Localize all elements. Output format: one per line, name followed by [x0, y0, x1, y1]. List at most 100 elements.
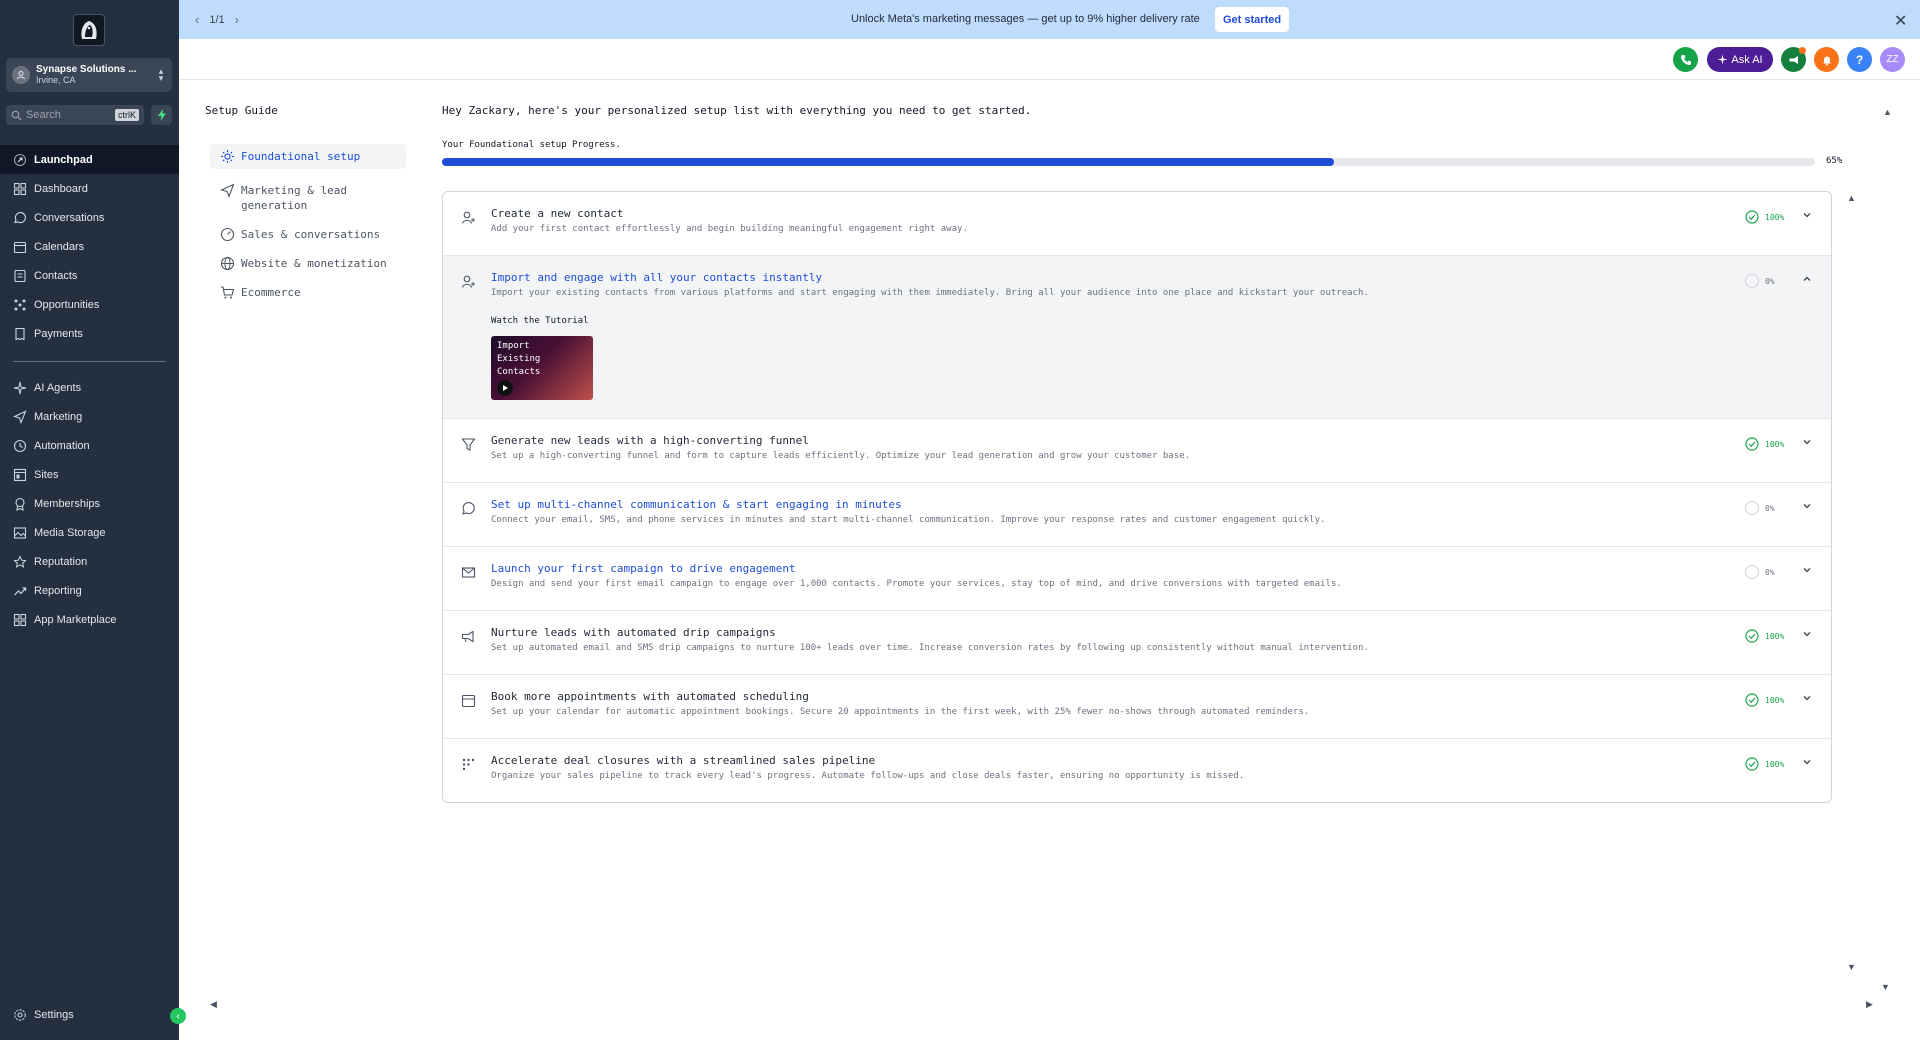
phone-button[interactable]	[1673, 47, 1698, 72]
task-row[interactable]: Import and engage with all your contacts…	[443, 256, 1831, 419]
task-row[interactable]: Set up multi-channel communication & sta…	[443, 483, 1831, 547]
star-icon	[13, 554, 27, 568]
task-percent: 0%	[1765, 503, 1775, 513]
user-icon	[17, 71, 25, 80]
search-input[interactable]: Search ctrlK	[6, 105, 144, 125]
task-row[interactable]: Launch your first campaign to drive enga…	[443, 547, 1831, 611]
guide-item-foundational[interactable]: Foundational setup	[210, 144, 406, 169]
check-circle-icon	[1745, 210, 1759, 224]
task-status: 0%	[1745, 274, 1775, 288]
task-row[interactable]: Book more appointments with automated sc…	[443, 675, 1831, 739]
announcements-button[interactable]	[1781, 47, 1806, 72]
sidebar-item-payments[interactable]: Payments	[0, 319, 179, 348]
chevron-right-icon[interactable]: ›	[235, 12, 239, 27]
empty-circle-icon	[1745, 565, 1759, 579]
quick-action-button[interactable]	[151, 105, 172, 125]
sidebar-item-media-storage[interactable]: Media Storage	[0, 518, 179, 547]
guide-item-label: Foundational setup	[241, 150, 361, 163]
sparkle-icon	[1717, 54, 1728, 65]
sidebar-item-reporting[interactable]: Reporting	[0, 576, 179, 605]
task-status: 100%	[1745, 437, 1784, 451]
progress-percent: 65%	[1826, 156, 1843, 166]
task-row[interactable]: Create a new contact Add your first cont…	[443, 192, 1831, 256]
ask-ai-button[interactable]: Ask AI	[1707, 47, 1773, 72]
send-icon	[220, 183, 235, 198]
sidebar-item-memberships[interactable]: Memberships	[0, 489, 179, 518]
guide-item-website[interactable]: Website & monetization	[210, 251, 406, 276]
play-icon[interactable]	[497, 380, 513, 396]
rocket-icon	[13, 153, 27, 166]
guide-item-ecommerce[interactable]: Ecommerce	[210, 280, 406, 305]
account-name: Synapse Solutions ...	[36, 64, 137, 75]
task-row[interactable]: Nurture leads with automated drip campai…	[443, 611, 1831, 675]
account-switcher[interactable]: Synapse Solutions ... Irvine, CA ▴ ▾	[6, 58, 172, 92]
guide-item-marketing[interactable]: Marketing & lead generation	[210, 178, 406, 218]
sidebar-item-label: App Marketplace	[34, 613, 117, 626]
close-icon[interactable]: ✕	[1894, 11, 1907, 31]
apps-icon	[13, 613, 27, 626]
phone-icon	[1680, 54, 1691, 65]
scroll-left-arrow[interactable]: ◀	[210, 999, 217, 1010]
tutorial-video-thumbnail[interactable]: Import Existing Contacts	[491, 336, 593, 400]
task-title: Launch your first campaign to drive enga…	[491, 562, 796, 575]
collapse-sidebar-button[interactable]: ‹	[170, 1008, 186, 1024]
sidebar-item-ai-agents[interactable]: AI Agents	[0, 373, 179, 402]
sidebar-item-settings[interactable]: Settings	[0, 1000, 179, 1029]
help-button[interactable]: ?	[1847, 47, 1872, 72]
scroll-down-arrow[interactable]: ▼	[1881, 982, 1890, 992]
sidebar-item-label: Marketing	[34, 410, 83, 423]
guide-item-sales[interactable]: Sales & conversations	[210, 222, 406, 247]
list-scroll-up-arrow[interactable]: ▲	[1847, 193, 1856, 203]
sidebar-item-conversations[interactable]: Conversations	[0, 203, 179, 232]
task-description: Set up a high-converting funnel and form…	[491, 451, 1190, 461]
sidebar-item-dashboard[interactable]: Dashboard	[0, 174, 179, 203]
task-description: Set up your calendar for automatic appoi…	[491, 707, 1310, 717]
bell-icon	[1822, 56, 1831, 65]
list-scroll-down-arrow[interactable]: ▼	[1847, 962, 1856, 972]
task-title: Accelerate deal closures with a streamli…	[491, 754, 876, 767]
sidebar-item-launchpad[interactable]: Launchpad	[0, 145, 179, 174]
task-title: Generate new leads with a high-convertin…	[491, 434, 809, 447]
chat-icon	[462, 502, 475, 515]
sidebar-item-app-marketplace[interactable]: App Marketplace	[0, 605, 179, 634]
ask-ai-label: Ask AI	[1731, 53, 1763, 66]
user-avatar[interactable]: ZZ	[1880, 47, 1905, 72]
chat-icon	[14, 211, 26, 223]
sidebar-item-label: Launchpad	[34, 153, 93, 166]
chevron-down-icon[interactable]	[1801, 436, 1813, 448]
sidebar-item-opportunities[interactable]: Opportunities	[0, 290, 179, 319]
chevron-left-icon[interactable]: ‹	[195, 12, 199, 27]
sidebar-item-marketing[interactable]: Marketing	[0, 402, 179, 431]
sidebar-item-sites[interactable]: Sites	[0, 460, 179, 489]
company-logo[interactable]	[73, 14, 105, 46]
sidebar-item-label: AI Agents	[34, 381, 82, 394]
top-header: Ask AI ? ZZ	[179, 39, 1920, 80]
get-started-button[interactable]: Get started	[1215, 7, 1290, 32]
sidebar-item-calendars[interactable]: Calendars	[0, 232, 179, 261]
chevron-up-icon[interactable]	[1801, 273, 1813, 285]
setup-guide-title: Setup Guide	[205, 104, 278, 117]
progress-label: Your Foundational setup Progress.	[442, 140, 621, 150]
task-row[interactable]: Generate new leads with a high-convertin…	[443, 419, 1831, 483]
sidebar-item-automation[interactable]: Automation	[0, 431, 179, 460]
notifications-button[interactable]	[1814, 47, 1839, 72]
chevron-down-icon[interactable]	[1801, 500, 1813, 512]
image-icon	[13, 526, 27, 539]
task-description: Connect your email, SMS, and phone servi…	[491, 515, 1326, 525]
scroll-right-arrow[interactable]: ▶	[1866, 999, 1873, 1010]
sparkle-icon	[13, 381, 27, 394]
progress-bar	[442, 158, 1815, 166]
chevron-down-icon[interactable]	[1801, 209, 1813, 221]
sidebar-item-contacts[interactable]: Contacts	[0, 261, 179, 290]
scroll-up-arrow[interactable]: ▲	[1883, 107, 1892, 117]
chevron-down-icon[interactable]	[1801, 564, 1813, 576]
chevron-down-icon[interactable]	[1801, 628, 1813, 640]
task-percent: 100%	[1765, 759, 1785, 769]
chevron-down-icon[interactable]	[1801, 756, 1813, 768]
sidebar-item-reputation[interactable]: Reputation	[0, 547, 179, 576]
task-description: Set up automated email and SMS drip camp…	[491, 643, 1369, 653]
send-icon	[13, 409, 27, 424]
task-row[interactable]: Accelerate deal closures with a streamli…	[443, 739, 1831, 802]
chevron-down-icon[interactable]	[1801, 692, 1813, 704]
task-percent: 0%	[1765, 567, 1775, 577]
